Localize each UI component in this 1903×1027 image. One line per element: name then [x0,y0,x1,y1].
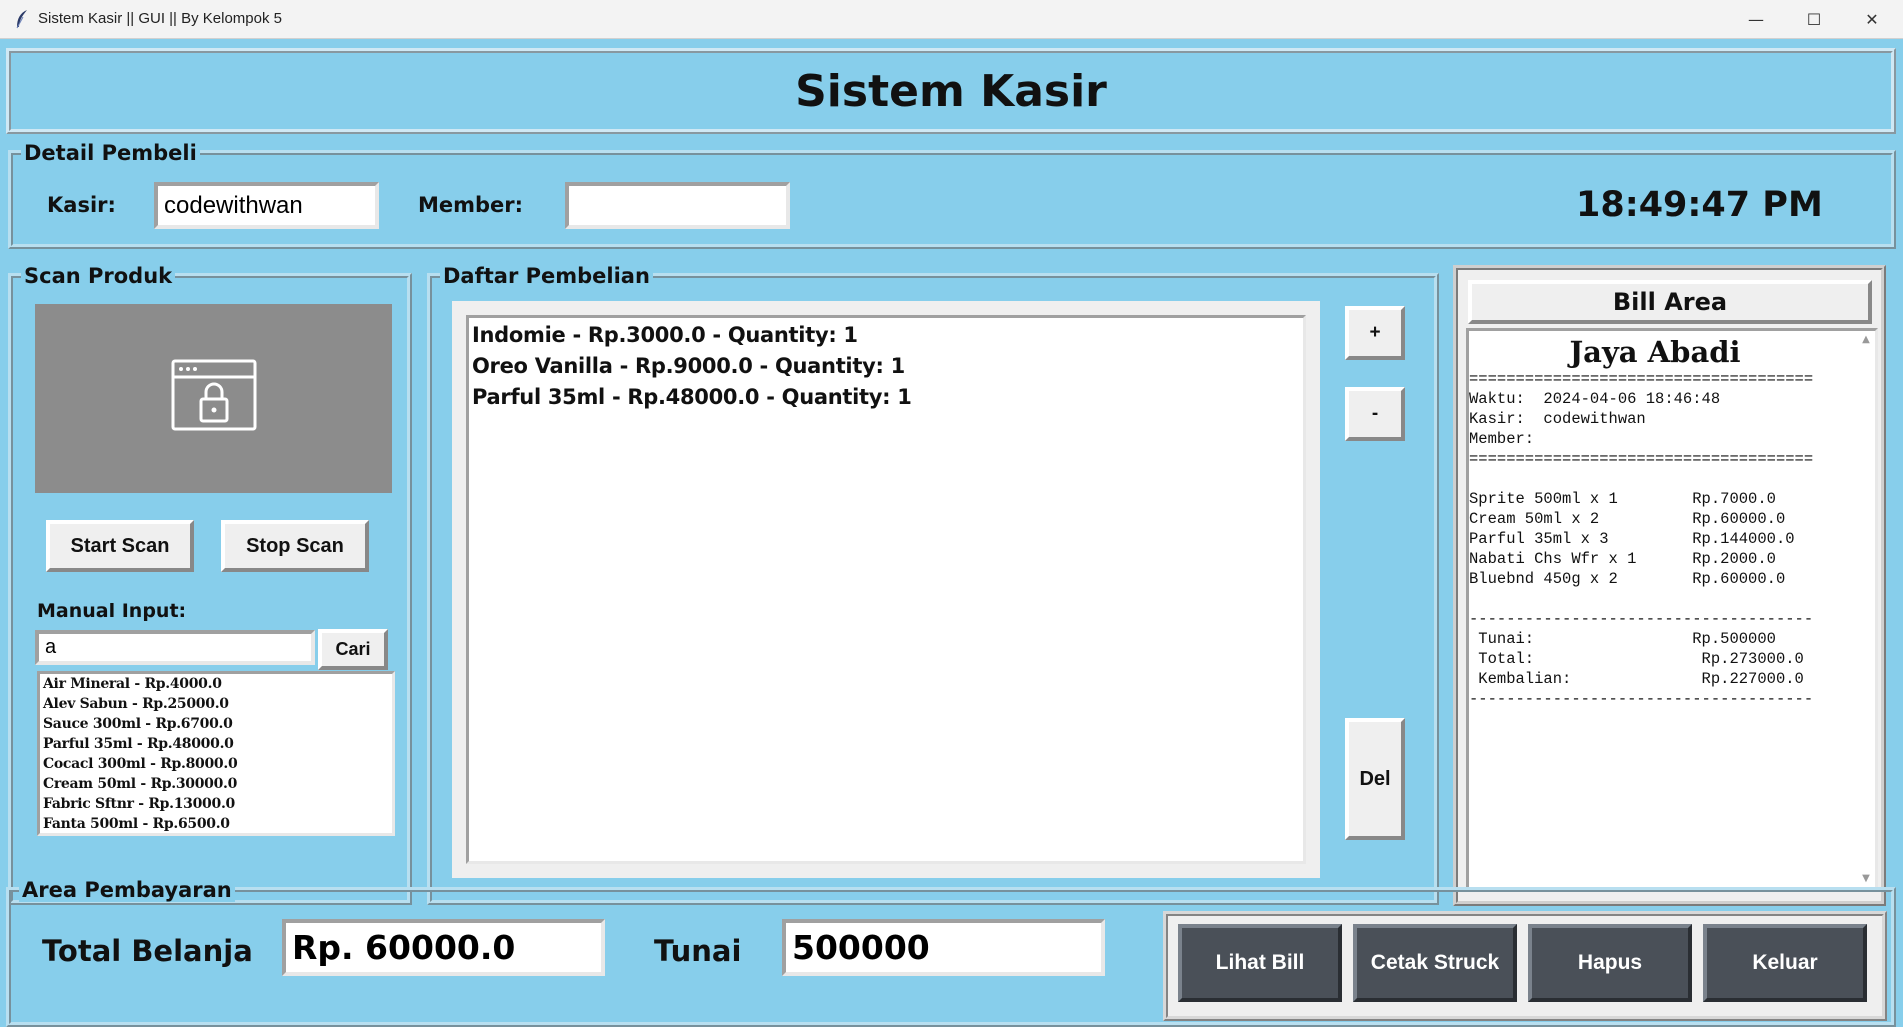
product-result-item[interactable]: Alev Sabun - Rp.25000.0 [40,694,392,714]
detail-pembeli-group: Detail Pembeli Kasir: Member: 18:49:47 P… [8,141,1896,249]
page-title: Sistem Kasir [795,66,1107,117]
cetak-struck-button[interactable]: Cetak Struck [1353,924,1517,1002]
product-results-list[interactable]: Air Mineral - Rp.4000.0 Alev Sabun - Rp.2… [37,671,395,836]
area-pembayaran-group: Area Pembayaran Total Belanja Tunai Liha… [6,878,1896,1027]
member-input[interactable] [565,182,790,229]
close-button[interactable]: ✕ [1843,0,1901,39]
scroll-down-icon[interactable]: ▼ [1857,870,1875,888]
cart-item[interactable]: Oreo Vanilla - Rp.9000.0 - Quantity: 1 [469,351,1303,382]
bill-receipt: Jaya Abadi =============================… [1466,328,1878,891]
bill-scrollbar[interactable]: ▲ ▼ [1857,331,1875,888]
scan-produk-group: Scan Produk Start Scan Stop Scan Manual … [8,264,412,905]
cart-list[interactable]: Indomie - Rp.3000.0 - Quantity: 1 Oreo Va… [466,315,1306,864]
bill-area-group: Bill Area Jaya Abadi ===================… [1453,265,1886,906]
app-window: Sistem Kasir Detail Pembeli Kasir: Membe… [0,40,1903,1027]
window-titlebar: Sistem Kasir || GUI || By Kelompok 5 — ☐… [0,0,1903,39]
detail-pembeli-title: Detail Pembeli [21,141,200,165]
header-banner: Sistem Kasir [6,48,1896,134]
cart-frame: Indomie - Rp.3000.0 - Quantity: 1 Oreo Va… [452,301,1320,878]
cari-button[interactable]: Cari [318,629,388,670]
total-belanja-field[interactable] [282,919,605,976]
camera-preview [35,304,392,493]
product-result-item[interactable]: Air Mineral - Rp.4000.0 [40,674,392,694]
increase-qty-button[interactable]: + [1345,306,1405,360]
manual-search-input[interactable] [35,630,315,665]
cart-item[interactable]: Indomie - Rp.3000.0 - Quantity: 1 [469,320,1303,351]
window-title: Sistem Kasir || GUI || By Kelompok 5 [38,10,282,27]
product-result-item[interactable]: Cream 50ml - Rp.30000.0 [40,774,392,794]
decrease-qty-button[interactable]: - [1345,387,1405,441]
daftar-pembelian-title: Daftar Pembelian [440,264,653,288]
locked-browser-icon [171,359,257,431]
delete-item-button[interactable]: Del [1345,718,1405,840]
tunai-field[interactable] [782,919,1105,976]
hapus-button[interactable]: Hapus [1528,924,1692,1002]
feather-icon [16,10,27,29]
member-label: Member: [418,193,524,217]
tunai-label: Tunai [654,934,742,968]
kasir-label: Kasir: [47,193,116,217]
shop-name: Jaya Abadi [1569,335,1741,369]
kasir-input[interactable] [154,182,379,229]
total-belanja-label: Total Belanja [42,934,253,968]
manual-input-label: Manual Input: [37,600,187,622]
action-buttons-frame: Lihat Bill Cetak Struck Hapus Keluar [1163,911,1887,1021]
product-result-item[interactable]: Fabric Sftnr - Rp.13000.0 [40,794,392,814]
keluar-button[interactable]: Keluar [1703,924,1867,1002]
clock-display: 18:49:47 PM [1576,185,1823,225]
receipt-text: ===================================== Wa… [1469,370,1814,708]
product-result-item[interactable]: Fanta 500ml - Rp.6500.0 [40,814,392,833]
cart-item[interactable]: Parful 35ml - Rp.48000.0 - Quantity: 1 [469,382,1303,413]
start-scan-button[interactable]: Start Scan [46,520,194,572]
maximize-button[interactable]: ☐ [1785,0,1843,39]
stop-scan-button[interactable]: Stop Scan [221,520,369,572]
area-pembayaran-title: Area Pembayaran [19,878,235,902]
bill-area-title: Bill Area [1468,280,1872,324]
product-result-item[interactable]: Sauce 300ml - Rp.6700.0 [40,714,392,734]
product-result-item[interactable]: Parful 35ml - Rp.48000.0 [40,734,392,754]
daftar-pembelian-group: Daftar Pembelian Indomie - Rp.3000.0 - Q… [427,264,1439,905]
scan-produk-title: Scan Produk [21,264,176,288]
product-result-item[interactable]: Cocacl 300ml - Rp.8000.0 [40,754,392,774]
scroll-up-icon[interactable]: ▲ [1857,331,1875,349]
lihat-bill-button[interactable]: Lihat Bill [1178,924,1342,1002]
minimize-button[interactable]: — [1727,0,1785,39]
